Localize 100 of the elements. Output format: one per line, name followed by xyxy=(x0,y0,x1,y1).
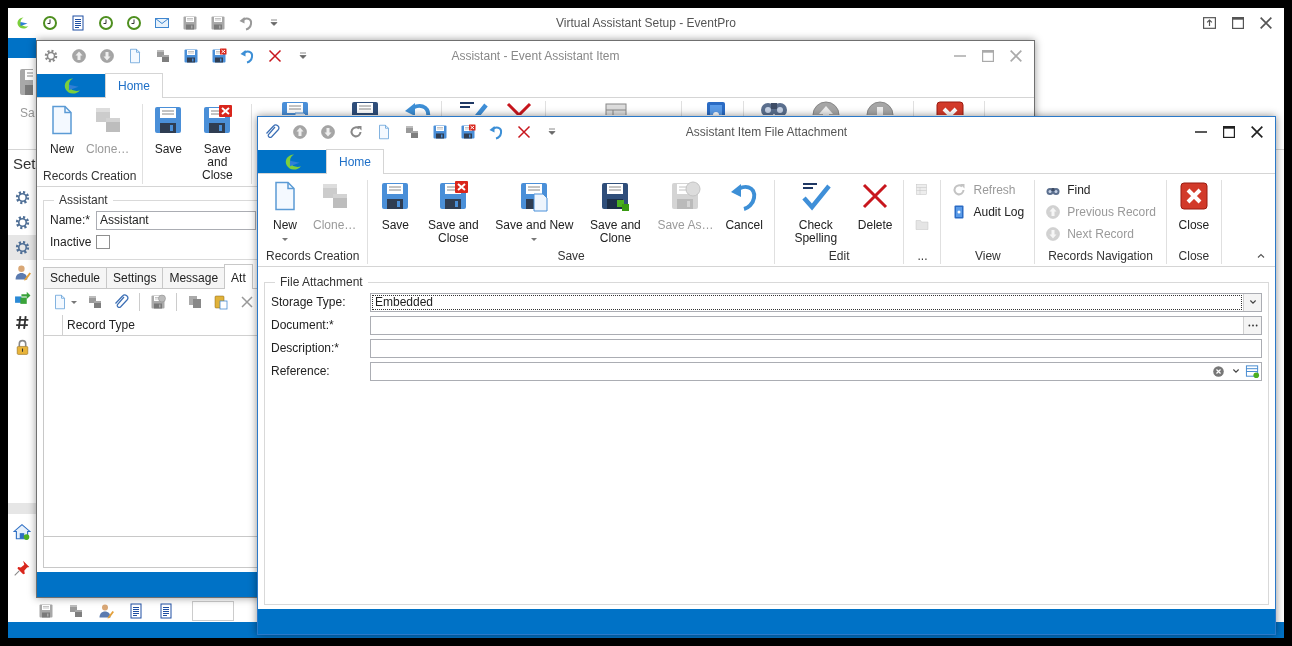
group-title: File Attachment xyxy=(279,275,364,289)
tab[interactable]: Settings xyxy=(106,267,164,288)
cancel-button[interactable]: Cancel xyxy=(720,180,768,232)
storage-type-dropdown[interactable]: Embedded xyxy=(370,292,1262,312)
gear-button[interactable] xyxy=(43,48,59,64)
document-icon xyxy=(158,603,174,619)
app-menu-button[interactable] xyxy=(37,74,105,97)
checkbox[interactable] xyxy=(96,235,110,249)
refresh-button[interactable] xyxy=(348,124,364,140)
field-label: Description:* xyxy=(271,341,341,355)
maximize-button[interactable] xyxy=(1223,126,1235,138)
gear-icon xyxy=(13,239,31,256)
save-and-clone-button[interactable]: Save and Clone xyxy=(580,180,651,245)
paperclip-icon xyxy=(113,294,129,310)
pin-button[interactable] xyxy=(13,559,31,577)
clock-button[interactable] xyxy=(98,15,114,31)
save-button[interactable]: Save xyxy=(149,104,188,156)
description-field[interactable] xyxy=(370,338,1262,358)
document-field[interactable] xyxy=(370,315,1262,335)
floppy-disk-button[interactable] xyxy=(211,48,227,64)
clipboard-icon xyxy=(213,294,229,310)
restore-button[interactable] xyxy=(1203,17,1216,29)
new-button[interactable] xyxy=(52,294,77,310)
maximize-icon xyxy=(1223,126,1235,138)
checkmark-icon xyxy=(799,180,832,212)
save-and-new-button[interactable]: Save and New xyxy=(490,180,579,241)
cubes-icon xyxy=(68,603,84,619)
maximize-icon xyxy=(982,50,994,62)
caret-icon xyxy=(282,238,288,241)
ribbon-tab[interactable]: Home xyxy=(105,73,163,98)
document-button[interactable] xyxy=(70,15,86,31)
floppy-disk-button[interactable] xyxy=(460,124,476,140)
clock-button[interactable] xyxy=(42,15,58,31)
window-title: Assistant - Event Assistant Item xyxy=(451,49,620,63)
minimize-icon xyxy=(954,55,966,57)
new-button[interactable]: New xyxy=(43,104,81,156)
page-button[interactable] xyxy=(127,48,143,64)
pin-icon xyxy=(13,559,31,577)
x-button[interactable] xyxy=(267,48,283,64)
save-button[interactable]: Save xyxy=(374,180,417,232)
undo-icon xyxy=(239,48,255,64)
up-arrow-button[interactable] xyxy=(71,48,87,64)
group-label: Edit xyxy=(827,248,851,264)
home-button[interactable] xyxy=(13,523,31,541)
group-label: Close xyxy=(1177,248,1211,264)
find-button[interactable]: Find xyxy=(1041,180,1095,200)
ribbon-tab[interactable]: Home xyxy=(326,149,384,174)
cubes-button[interactable] xyxy=(155,48,171,64)
close-button[interactable] xyxy=(1260,17,1272,29)
close-button[interactable] xyxy=(1251,126,1263,138)
tab[interactable]: Message xyxy=(162,267,226,288)
app-menu-button[interactable] xyxy=(258,150,326,173)
x-button[interactable] xyxy=(516,124,532,140)
mail-button[interactable] xyxy=(154,15,170,31)
minimize-icon xyxy=(1195,131,1207,133)
close-icon xyxy=(1010,50,1022,62)
name-field[interactable]: Assistant xyxy=(96,210,256,230)
floppy-disk-button[interactable] xyxy=(183,48,199,64)
undo-button[interactable] xyxy=(238,15,254,31)
window-title: Virtual Assistant Setup - EventPro xyxy=(556,16,736,30)
field-label: Name:* xyxy=(50,213,91,227)
document-icon xyxy=(70,15,86,31)
cubes-button[interactable] xyxy=(404,124,420,140)
new-button[interactable]: New xyxy=(264,180,306,241)
refresh-icon xyxy=(348,124,364,140)
paperclip-button[interactable] xyxy=(264,124,280,140)
tab[interactable]: Schedule xyxy=(43,267,108,288)
section-title: Set xyxy=(12,153,36,174)
audit-log-button[interactable]: Audit Log xyxy=(947,202,1029,222)
reference-field[interactable] xyxy=(370,361,1262,381)
close-icon xyxy=(1260,17,1272,29)
floppy-disk-button[interactable] xyxy=(432,124,448,140)
undo-button[interactable] xyxy=(239,48,255,64)
arrows-icon xyxy=(13,289,31,306)
up-arrow-button[interactable] xyxy=(292,124,308,140)
save-and-close-button[interactable]: Save and Close xyxy=(418,180,489,245)
page-button[interactable] xyxy=(376,124,392,140)
group-label: Records Creation xyxy=(265,248,361,264)
copy-icon xyxy=(187,294,203,310)
window-title: Assistant Item File Attachment xyxy=(685,125,848,139)
refresh-icon xyxy=(951,182,968,198)
gear-icon xyxy=(13,214,31,231)
undo-button[interactable] xyxy=(488,124,504,140)
clock-button[interactable] xyxy=(126,15,142,31)
maximize-button[interactable] xyxy=(1232,17,1244,29)
undo-icon xyxy=(488,124,504,140)
close-button[interactable]: Close xyxy=(1172,180,1215,232)
check-spelling-button[interactable]: Check Spelling xyxy=(780,180,851,245)
column-header[interactable]: Record Type xyxy=(63,315,139,335)
hash-icon xyxy=(13,314,31,331)
maximize-icon xyxy=(1232,17,1244,29)
table-add-icon xyxy=(1245,363,1260,379)
page-icon xyxy=(376,124,392,140)
home-icon xyxy=(13,523,31,541)
mail-icon xyxy=(154,15,170,31)
paperclip-icon xyxy=(264,124,280,140)
save-and-close-button[interactable]: Save and Close xyxy=(189,104,246,182)
delete-button[interactable]: Delete xyxy=(852,180,898,232)
input-field[interactable] xyxy=(192,601,234,621)
tab[interactable]: Att xyxy=(224,264,253,289)
